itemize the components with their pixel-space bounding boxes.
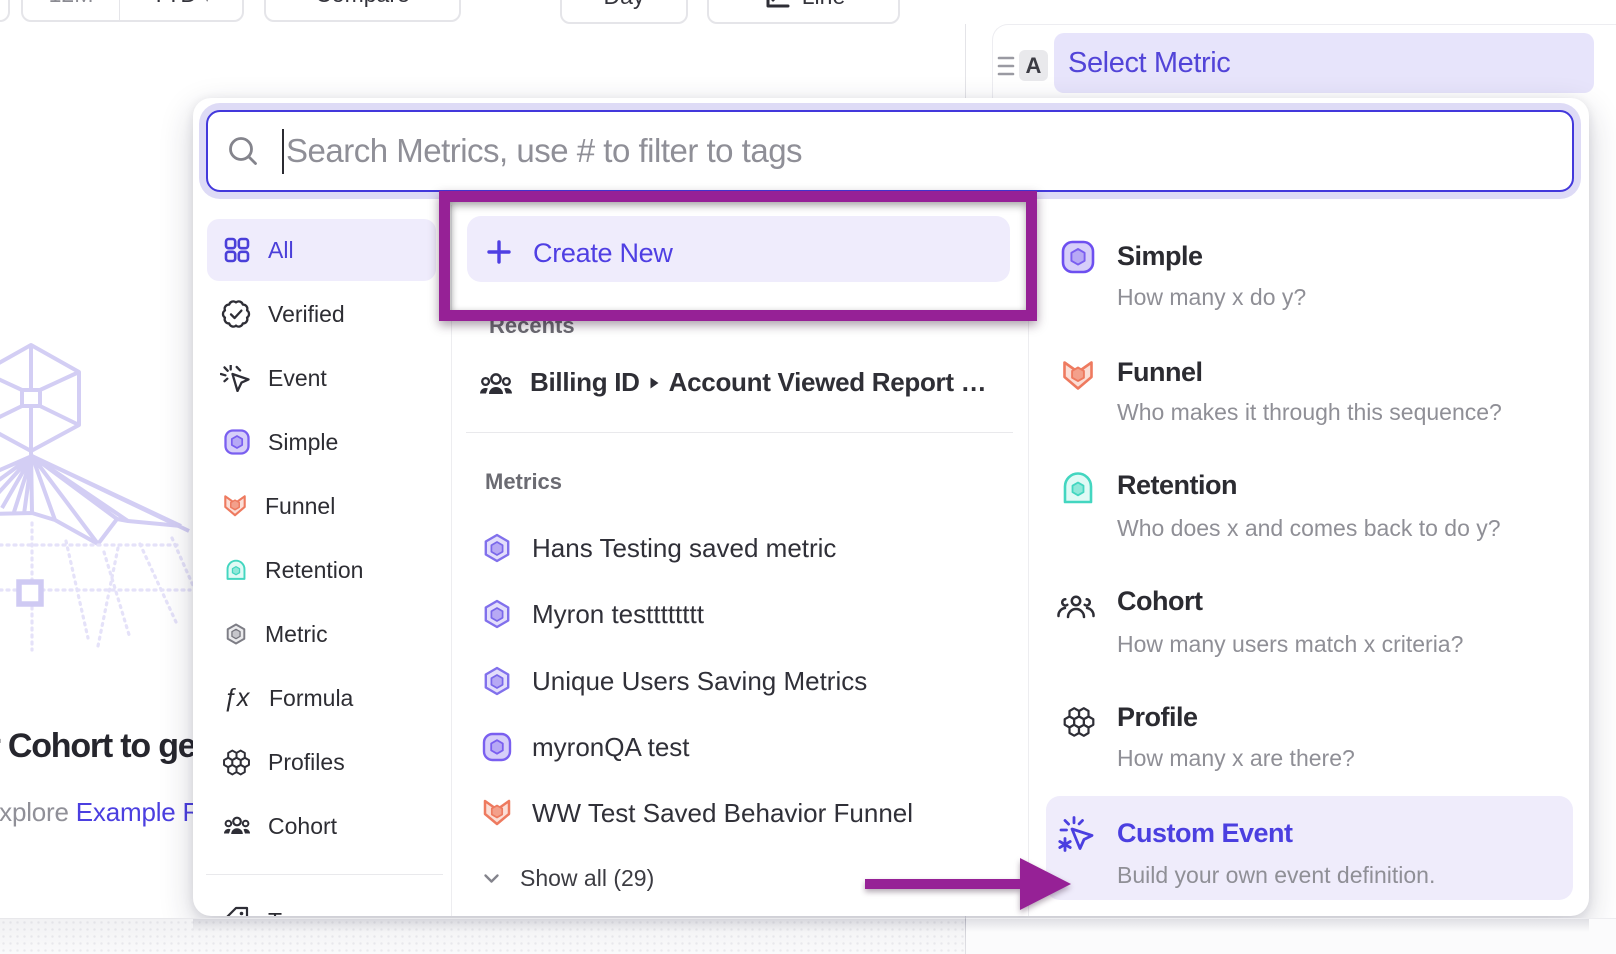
svg-text:ƒx: ƒx [223,684,251,712]
